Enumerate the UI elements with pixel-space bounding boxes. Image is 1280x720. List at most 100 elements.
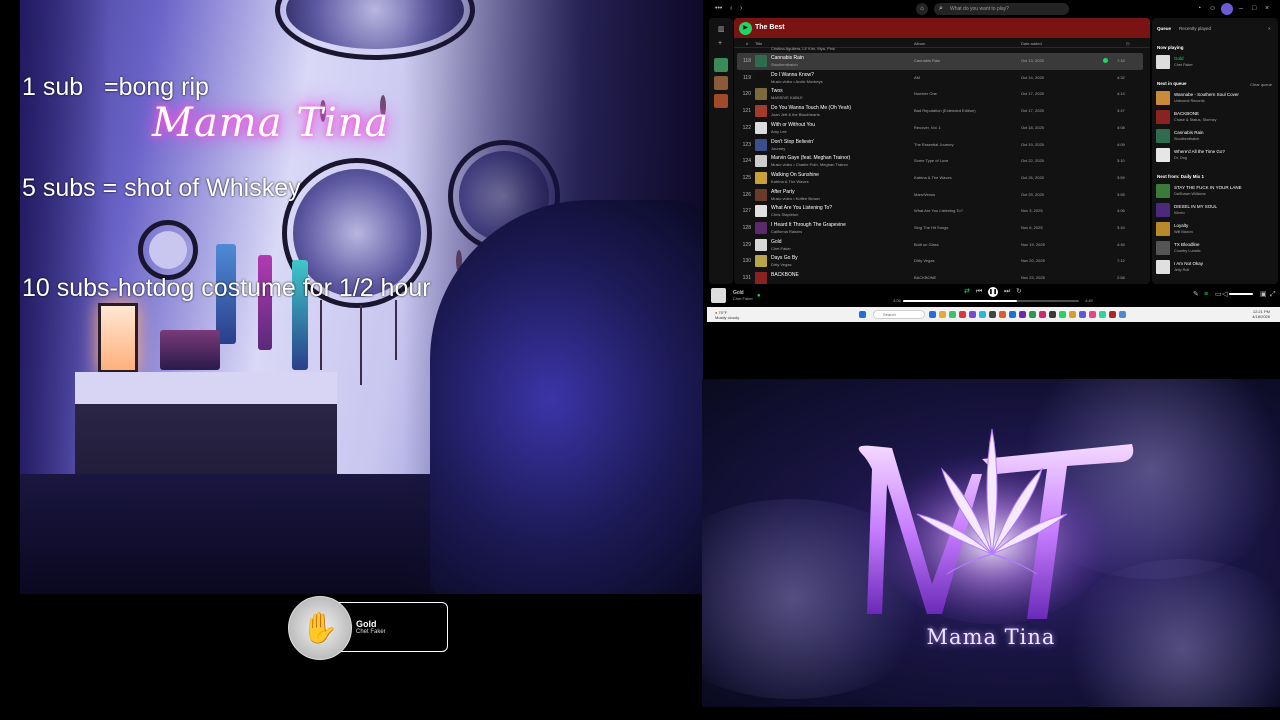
track-artist[interactable]: Chet Faker [771,246,791,251]
lyrics-icon[interactable]: ✎ [1193,291,1199,299]
queue-now-playing[interactable]: Gold Chet Faker [1156,54,1274,70]
volume-icon[interactable]: ◁ [1222,291,1227,299]
track-title[interactable]: BACKBONE [771,272,799,278]
track-artist[interactable]: Dirty Vegas [771,262,791,267]
track-artist[interactable]: Music video • Charlie Puth, Meghan Train… [771,162,848,167]
taskbar-app-icon[interactable] [1069,311,1076,318]
taskbar-app-icon[interactable] [1089,311,1096,318]
track-album[interactable]: Recover, Vol. 1 [914,125,941,130]
saved-check-icon[interactable] [1103,58,1108,63]
track-row[interactable]: 121 Do You Wanna Touch Me (Oh Yeah) Joan J… [737,103,1143,120]
progress-bar[interactable] [903,300,1079,302]
track-artist[interactable]: Joan Jett & the Blackhearts [771,112,820,117]
track-title[interactable]: Days Go By [771,255,798,261]
queue-icon[interactable]: ≡ [1204,291,1208,299]
track-album[interactable]: BACKBONE [914,275,936,280]
col-date[interactable]: Date added [1021,41,1042,46]
taskbar-app-icon[interactable] [999,311,1006,318]
track-row[interactable]: 122 With or Without You Amy Lee Recover, Vo… [737,120,1143,137]
repeat-icon[interactable]: ↻ [1016,288,1022,296]
track-title[interactable]: Do You Wanna Touch Me (Oh Yeah) [771,105,851,111]
taskbar-app-icon[interactable] [959,311,966,318]
track-artist[interactable]: Katrina & The Waves [771,179,809,184]
miniplayer-icon[interactable]: ▣ [1260,291,1267,299]
queue-item[interactable]: Loyalty Wilt Maxon [1156,221,1274,237]
taskbar-app-icon[interactable] [1039,311,1046,318]
track-title[interactable]: Marvin Gaye (feat. Meghan Trainor) [771,155,850,161]
col-album[interactable]: Album [914,41,925,46]
track-title[interactable]: With or Without You [771,122,815,128]
taskbar-app-icon[interactable] [949,311,956,318]
track-title[interactable]: Gold [771,239,782,245]
track-title[interactable]: Cannabis Rain [771,55,804,61]
library-item[interactable] [714,94,728,108]
taskbar-app-icon[interactable] [1079,311,1086,318]
track-row[interactable]: 118 Cannabis Rain Stoolbenthatch Cannabis R… [737,53,1143,70]
track-artist[interactable]: California Raisins [771,229,802,234]
track-title[interactable]: After Party [771,189,795,195]
library-item[interactable] [714,58,728,72]
avatar[interactable] [1221,3,1233,15]
track-album[interactable]: Some Type of Love [914,158,948,163]
track-row[interactable]: 126 After Party Music video • Koffee Brown… [737,187,1143,204]
track-album[interactable]: Dirty Vegas [914,258,934,263]
queue-item[interactable]: Wannabe - Southern Soul Cover Unbound Rec… [1156,90,1274,106]
track-artist[interactable]: Music video • Koffee Brown [771,196,820,201]
taskbar-app-icon[interactable] [1059,311,1066,318]
tab-recently-played[interactable]: Recently played [1179,26,1211,31]
track-album[interactable]: Sing The Hit Songs [914,225,948,230]
device-icon[interactable]: ▭ [1215,291,1222,299]
taskbar-app-icon[interactable] [1029,311,1036,318]
track-artist[interactable]: Stoolbenthatch [771,62,798,67]
taskbar-app-icon[interactable] [1099,311,1106,318]
track-album[interactable]: Number One [914,91,937,96]
track-row[interactable]: 130 Days Go By Dirty Vegas Dirty Vegas Nov 2… [737,253,1143,270]
queue-item[interactable]: Where'd All the Time Go? Dr. Dog [1156,147,1274,163]
queue-item[interactable]: DIESEL IN MY SOUL Klineo [1156,202,1274,218]
taskbar-app-icon[interactable] [1049,311,1056,318]
track-row[interactable]: 120 Twos MASSIVE KABLE Number One Oct 17, 20… [737,86,1143,103]
track-artist[interactable]: Amy Lee [771,129,787,134]
library-icon[interactable]: ▥ [718,26,725,34]
weather-widget[interactable]: ● 70°F Mostly cloudy [715,310,739,320]
fullscreen-icon[interactable]: ⤢ [1270,291,1276,299]
track-artist[interactable]: Chris Stapleton [771,212,798,217]
bell-icon[interactable]: ◔ [1197,5,1201,13]
library-item[interactable] [714,76,728,90]
track-row[interactable]: 131 BACKBONE BACKBONE Nov 23, 2025 2:58 [737,270,1143,284]
clear-queue-button[interactable]: Clear queue [1250,82,1272,87]
tab-queue[interactable]: Queue [1157,26,1171,31]
taskbar-search[interactable]: Search [873,310,925,319]
taskbar-app-icon[interactable] [979,311,986,318]
queue-item[interactable]: I Am Not Okay Jelly Roll [1156,259,1274,275]
taskbar-app-icon[interactable] [1019,311,1026,318]
track-album[interactable]: Katrina & The Waves [914,175,952,180]
next-icon[interactable]: ⏭ [1004,288,1010,296]
track-title[interactable]: Twos [771,88,783,94]
taskbar-app-icon[interactable] [1119,311,1126,318]
taskbar-app-icon[interactable] [929,311,936,318]
search-input[interactable]: What do you want to play? [934,3,1069,15]
album-art[interactable] [711,288,726,303]
track-title[interactable]: Walking On Sunshine [771,172,819,178]
volume-slider[interactable] [1229,293,1253,295]
back-icon[interactable]: ‹ [730,5,732,13]
close-icon[interactable]: × [1265,5,1269,13]
start-icon[interactable] [859,311,866,318]
track-title[interactable]: Don't Stop Believin' [771,139,814,145]
shuffle-icon[interactable]: ⇄ [964,288,970,296]
queue-item[interactable]: Cannabis Rain Stoolbenthatch [1156,128,1274,144]
track-row[interactable]: 123 Don't Stop Believin' Journey The Essent… [737,137,1143,154]
track-row[interactable]: 124 Marvin Gaye (feat. Meghan Trainor) Mus… [737,153,1143,170]
pause-button[interactable]: ❚❚ [988,287,998,297]
queue-item[interactable]: TX Bloodline Country Lunatic [1156,240,1274,256]
taskbar-app-icon[interactable] [989,311,996,318]
track-row[interactable]: 119 Do I Wanna Know? Music video • Arctic … [737,70,1143,87]
saved-check-icon[interactable]: ● [757,292,761,300]
track-album[interactable]: Mars/Venus [914,192,935,197]
friends-icon[interactable]: ☺ [1209,5,1216,13]
queue-item[interactable]: STAY THE FUCK IN YOUR LANE DaShawn Willia… [1156,183,1274,199]
queue-item[interactable]: BACKBONE Chase & Status, Stormzy [1156,109,1274,125]
track-album[interactable]: The Essential Journey [914,142,954,147]
track-artist[interactable]: Journey [771,146,785,151]
